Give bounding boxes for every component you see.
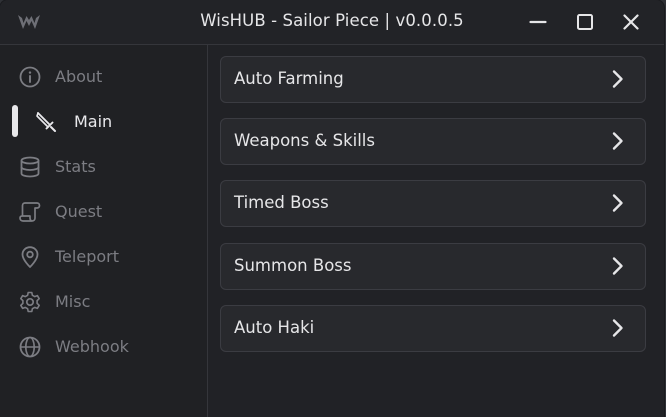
section-summon-boss[interactable]: Summon Boss [220, 243, 646, 290]
chevron-right-icon [612, 132, 623, 150]
sidebar: About Main Stats Quest Teleport Misc Web… [0, 45, 208, 417]
minimize-icon [529, 20, 547, 24]
sidebar-item-main[interactable]: Main [0, 102, 207, 142]
map-pin-icon [21, 246, 39, 268]
sidebar-item-label: About [55, 67, 103, 86]
sidebar-item-label: Teleport [55, 247, 119, 266]
section-label: Auto Haki [234, 318, 315, 337]
app-window: WisHUB - Sailor Piece | v0.0.0.5 About M… [0, 0, 664, 417]
maximize-button[interactable] [572, 10, 598, 34]
minimize-button[interactable] [525, 10, 551, 34]
sidebar-item-misc[interactable]: Misc [0, 282, 207, 322]
section-weapons-skills[interactable]: Weapons & Skills [220, 118, 646, 165]
sword-icon [36, 112, 56, 132]
section-label: Timed Boss [234, 193, 329, 212]
chevron-right-icon [612, 70, 623, 88]
sidebar-item-label: Main [74, 112, 113, 131]
sidebar-item-label: Webhook [55, 337, 129, 356]
section-label: Weapons & Skills [234, 131, 375, 150]
sidebar-item-teleport[interactable]: Teleport [0, 237, 207, 277]
section-auto-farming[interactable]: Auto Farming [220, 56, 646, 103]
section-label: Auto Farming [234, 69, 344, 88]
maximize-icon [577, 14, 593, 30]
sidebar-item-label: Misc [55, 292, 91, 311]
sidebar-item-about[interactable]: About [0, 57, 207, 97]
title-bar[interactable]: WisHUB - Sailor Piece | v0.0.0.5 [0, 0, 664, 45]
database-icon [20, 156, 40, 178]
close-icon [623, 14, 639, 30]
sidebar-item-webhook[interactable]: Webhook [0, 327, 207, 367]
section-auto-haki[interactable]: Auto Haki [220, 305, 646, 352]
scroll-icon [19, 202, 41, 222]
section-label: Summon Boss [234, 256, 352, 275]
chevron-right-icon [612, 319, 623, 337]
info-icon [19, 66, 41, 88]
chevron-right-icon [612, 194, 623, 212]
sidebar-item-quest[interactable]: Quest [0, 192, 207, 232]
gear-icon [20, 291, 40, 313]
sidebar-item-stats[interactable]: Stats [0, 147, 207, 187]
main-content: Auto Farming Weapons & Skills Timed Boss… [208, 45, 664, 417]
globe-icon [19, 336, 41, 358]
section-timed-boss[interactable]: Timed Boss [220, 180, 646, 227]
close-button[interactable] [618, 10, 644, 34]
chevron-right-icon [612, 257, 623, 275]
sidebar-item-label: Quest [55, 202, 103, 221]
sidebar-item-label: Stats [55, 157, 96, 176]
window-title: WisHUB - Sailor Piece | v0.0.0.5 [200, 11, 464, 30]
